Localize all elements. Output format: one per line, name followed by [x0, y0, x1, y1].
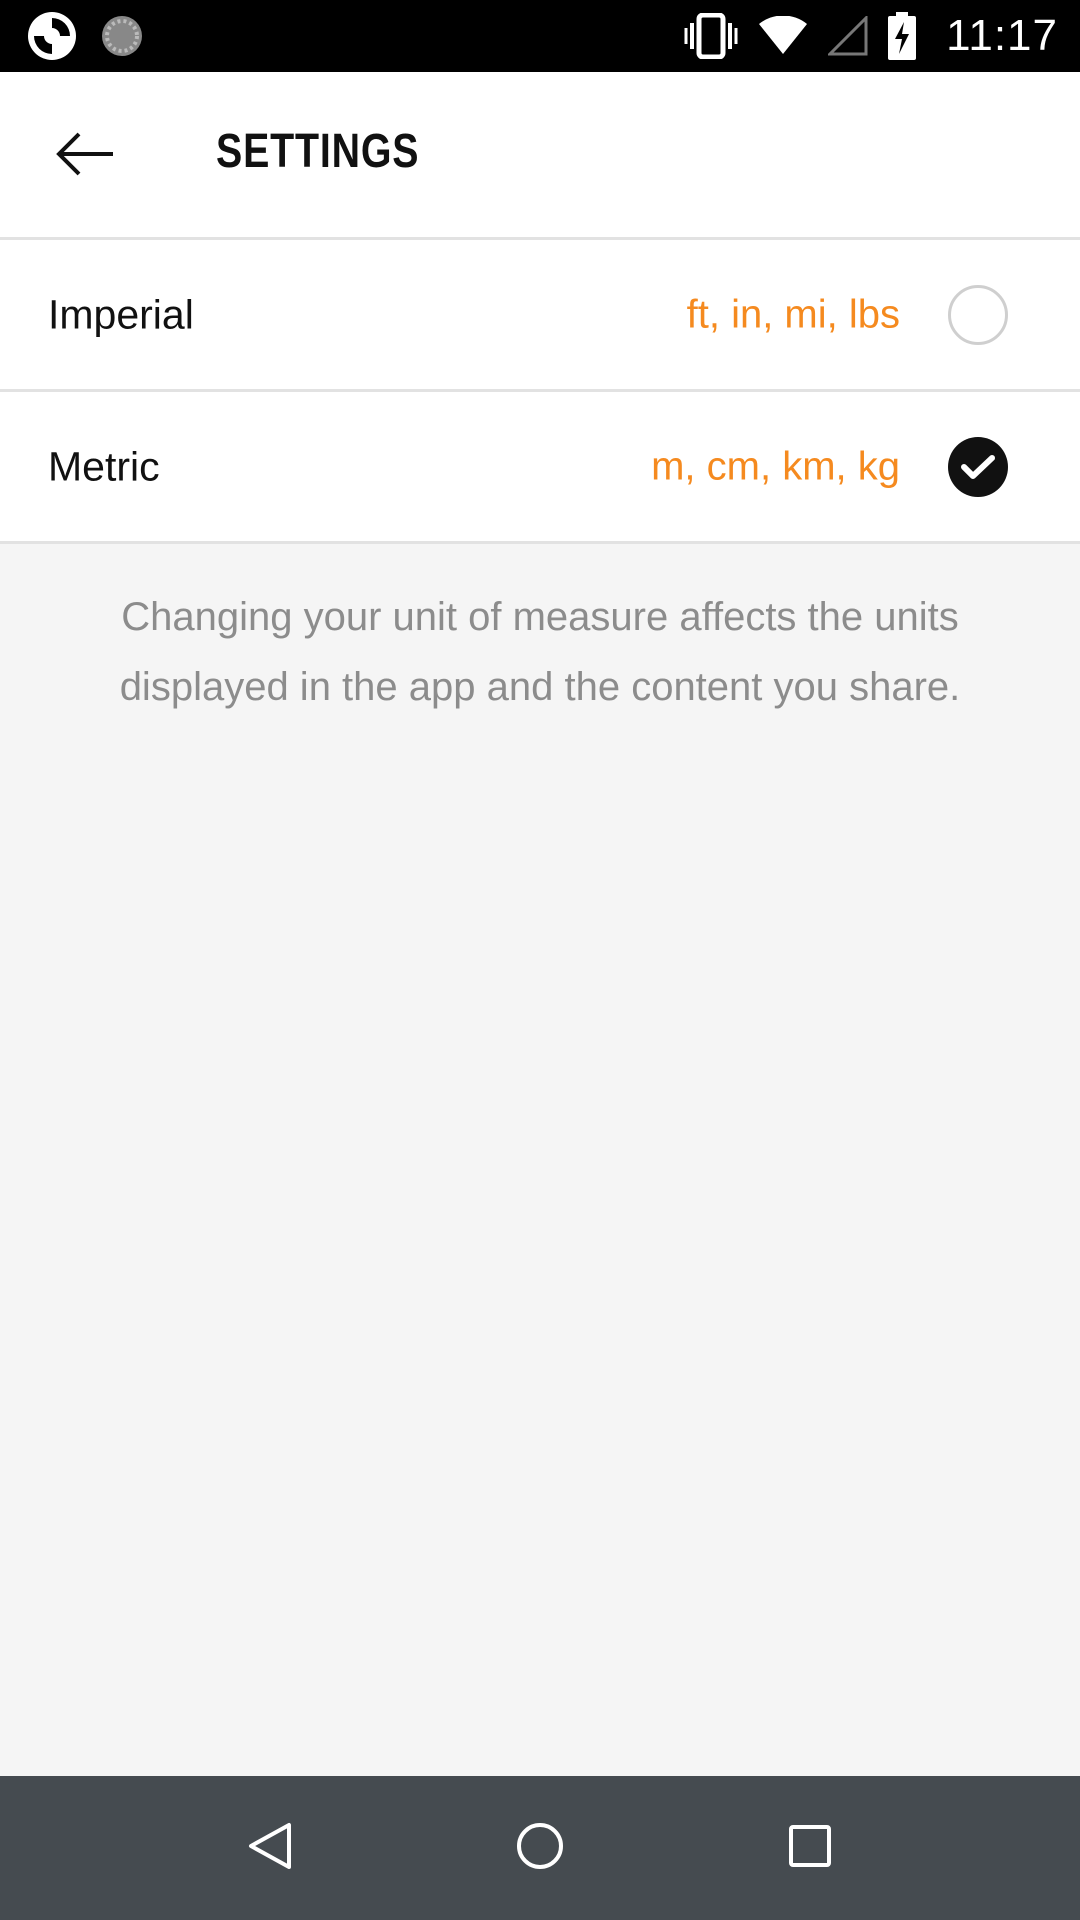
option-imperial[interactable]: Imperial ft, in, mi, lbs: [0, 240, 1080, 392]
radio-unchecked-icon[interactable]: [948, 284, 1008, 345]
app-notification-icon: [26, 10, 78, 62]
option-units: ft, in, mi, lbs: [686, 292, 900, 336]
arrow-left-icon: [55, 132, 115, 181]
status-system-icons: 11:17: [684, 8, 1058, 64]
page-title: SETTINGS: [216, 125, 420, 178]
back-button[interactable]: [40, 116, 130, 196]
unit-description: Changing your unit of measure affects th…: [119, 595, 961, 709]
navigation-bar: [0, 1776, 1080, 1920]
option-label: Metric: [48, 443, 160, 489]
nav-recents-icon: [788, 1824, 832, 1873]
app-bar: SETTINGS: [0, 72, 1080, 240]
settings-screen: 11:17 SETTINGS Imperial ft, in, mi, lbs …: [0, 0, 1080, 1920]
nav-recents-button[interactable]: [730, 1776, 890, 1920]
unit-options-list: Imperial ft, in, mi, lbs Metric m, cm, k…: [0, 240, 1080, 544]
vibrate-icon: [684, 13, 738, 59]
option-metric[interactable]: Metric m, cm, km, kg: [0, 392, 1080, 544]
wifi-icon: [758, 16, 808, 56]
sync-notification-icon: [100, 14, 144, 58]
cellular-signal-icon: [828, 16, 868, 56]
nav-home-button[interactable]: [460, 1776, 620, 1920]
nav-back-icon: [247, 1821, 293, 1876]
status-bar: 11:17: [0, 0, 1080, 72]
battery-charging-icon: [888, 12, 917, 60]
nav-home-icon: [515, 1821, 565, 1876]
status-time: 11:17: [946, 11, 1058, 60]
status-notifications: [26, 10, 144, 62]
option-label: Imperial: [48, 291, 194, 337]
radio-checked-icon[interactable]: [948, 436, 1008, 497]
option-units: m, cm, km, kg: [651, 444, 900, 488]
nav-back-button[interactable]: [190, 1776, 350, 1920]
checkmark-icon: [961, 454, 995, 479]
